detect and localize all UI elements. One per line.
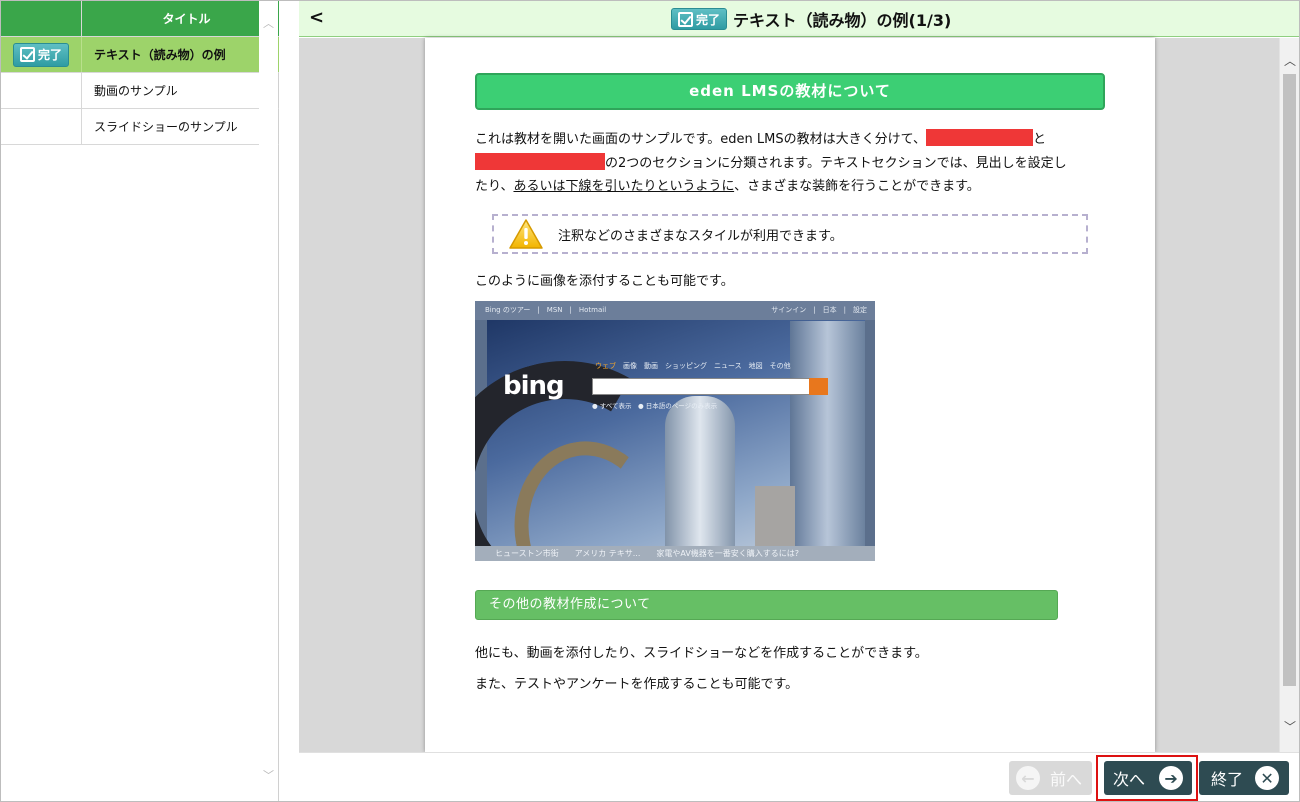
body-paragraph-line2: の2つのセクションに分類されます。テキストセクションでは、見出しを設定し: [475, 152, 1067, 176]
annotation-text: 注釈などのさまざまなスタイルが利用できます。: [558, 228, 843, 244]
checkmark-icon: [19, 47, 35, 62]
image-search-icon: [809, 378, 828, 395]
body-paragraph-line1: これは教材を開いた画面のサンプルです。eden LMSの教材は大きく分けて、と: [475, 128, 1046, 152]
scroll-up-icon[interactable]: ︿: [263, 15, 274, 31]
body-paragraph-line3: たり、あるいは下線を引いたりというように、さまざまな装飾を行うことができます。: [475, 179, 980, 194]
page-title-group: 完了 テキスト（読み物）の例(1/3): [671, 7, 951, 31]
end-button[interactable]: 終了 ✕: [1199, 761, 1289, 795]
sidebar: タイトル 完了 テキスト（読み物）の例 動画のサンプル スライドショーのサンプル…: [1, 1, 279, 801]
image-caption: このように画像を添付することも可能です。: [475, 274, 734, 289]
sidebar-item-label: テキスト（読み物）の例: [94, 48, 226, 62]
sidebar-item-slideshow-sample[interactable]: スライドショーのサンプル: [1, 109, 279, 145]
underlined-text: あるいは下線を引いたりというように: [513, 179, 735, 194]
sidebar-item-label: スライドショーのサンプル: [94, 120, 238, 134]
scroll-down-icon[interactable]: ﹀: [263, 767, 274, 783]
sidebar-item-label: 動画のサンプル: [94, 84, 178, 98]
close-icon: ✕: [1255, 766, 1280, 790]
prev-button[interactable]: ← 前へ: [1009, 761, 1092, 795]
arrow-right-icon: ➔: [1159, 766, 1184, 790]
page-title: テキスト（読み物）の例(1/3): [733, 11, 952, 30]
lesson-table: タイトル 完了 テキスト（読み物）の例 動画のサンプル スライドショーのサンプル: [1, 1, 279, 145]
scrollbar-thumb[interactable]: [1283, 74, 1296, 686]
next-button[interactable]: 次へ ➔: [1104, 761, 1192, 795]
content-header: < 完了 テキスト（読み物）の例(1/3): [299, 1, 1299, 37]
sidebar-scrollbar[interactable]: ︿ ﹀: [259, 1, 278, 801]
section-heading: eden LMSの教材について: [475, 73, 1105, 110]
sidebar-item-video-sample[interactable]: 動画のサンプル: [1, 73, 279, 109]
subsection-heading: その他の教材作成について: [475, 590, 1058, 620]
body-paragraph-3: また、テストやアンケートを作成することも可能です。: [475, 677, 799, 692]
body-paragraph-2: 他にも、動画を添付したり、スライドショーなどを作成することができます。: [475, 646, 928, 661]
scroll-down-icon[interactable]: ﹀: [1284, 718, 1296, 735]
bing-logo: bing: [503, 371, 565, 401]
annotation-box: 注釈などのさまざまなスタイルが利用できます。: [492, 214, 1088, 254]
sidebar-item-text-example[interactable]: 完了 テキスト（読み物）の例: [1, 37, 279, 73]
redacted-text: [475, 153, 605, 170]
completed-badge: 完了: [671, 8, 728, 30]
image-search-box: [592, 378, 816, 395]
back-button[interactable]: <: [309, 6, 329, 30]
column-title-header: タイトル: [162, 12, 211, 26]
completed-badge: 完了: [12, 42, 69, 67]
checkmark-icon: [678, 11, 693, 27]
arrow-left-icon: ←: [1016, 766, 1040, 790]
scroll-up-icon[interactable]: ︿: [1284, 52, 1296, 69]
lesson-table-header: タイトル: [1, 1, 279, 37]
footer-nav: ← 前へ 次へ ➔ 終了 ✕: [299, 752, 1299, 801]
redacted-text: [926, 129, 1033, 146]
content-scrollbar[interactable]: ︿ ﹀: [1279, 38, 1299, 752]
bing-screenshot-image: Bing のツアー | MSN | Hotmail サインイン | 日本 | 設…: [475, 301, 875, 561]
warning-icon: [508, 218, 544, 250]
